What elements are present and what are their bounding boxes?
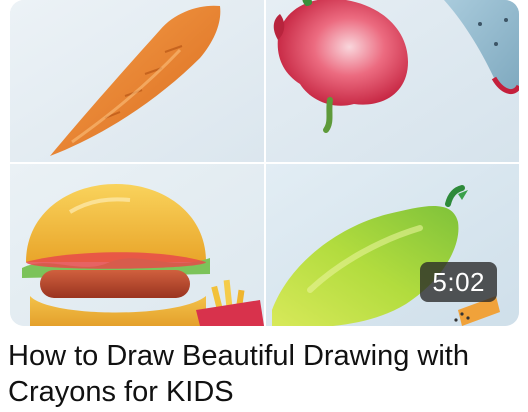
video-title[interactable]: How to Draw Beautiful Drawing with Crayo…: [8, 338, 523, 410]
video-duration-badge: 5:02: [420, 262, 497, 302]
video-thumbnail[interactable]: 5:02: [10, 0, 519, 326]
horizontal-divider: [10, 162, 519, 164]
video-card[interactable]: 5:02 How to Draw Beautiful Drawing with …: [0, 0, 528, 412]
